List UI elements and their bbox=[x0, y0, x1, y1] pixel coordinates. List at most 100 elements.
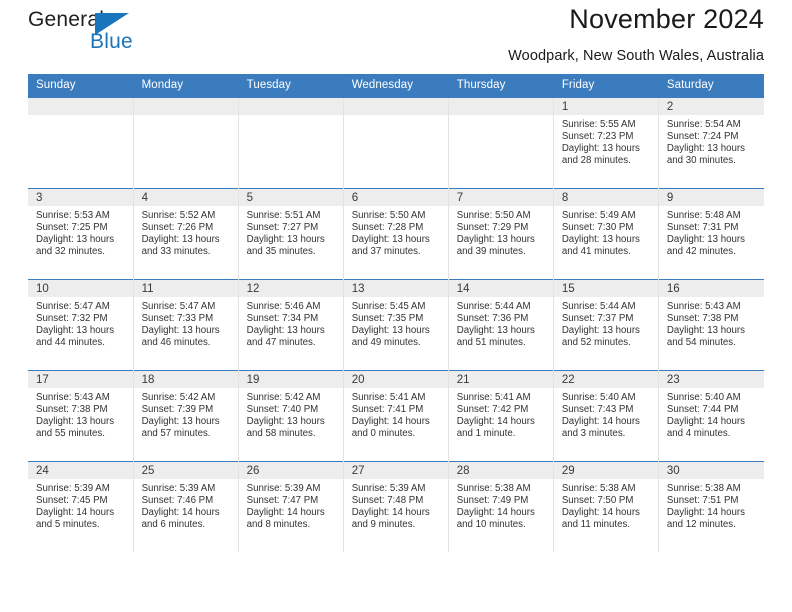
day-number: 22 bbox=[553, 371, 658, 388]
calendar-day-cell[interactable]: 24 Sunrise: 5:39 AM Sunset: 7:45 PM Dayligh… bbox=[28, 461, 134, 552]
weekday-header-friday: Friday bbox=[553, 74, 659, 98]
day-number bbox=[238, 98, 343, 115]
calendar-day-cell[interactable]: 16 Sunrise: 5:43 AM Sunset: 7:38 PM Dayligh… bbox=[658, 279, 764, 371]
calendar-day-cell[interactable]: 18 Sunrise: 5:42 AM Sunset: 7:39 PM Dayligh… bbox=[133, 370, 239, 462]
calendar-day-cell[interactable]: 5 Sunrise: 5:51 AM Sunset: 7:27 PM Daylight… bbox=[238, 188, 344, 280]
calendar-day-cell[interactable]: 12 Sunrise: 5:46 AM Sunset: 7:34 PM Dayligh… bbox=[238, 279, 344, 371]
sunrise-text: Sunrise: 5:50 AM bbox=[351, 210, 426, 221]
calendar-day: 28 Sunrise: 5:38 AM Sunset: 7:49 PM Dayligh… bbox=[448, 462, 553, 552]
day-number bbox=[448, 98, 553, 115]
day-details: Sunrise: 5:54 AM Sunset: 7:24 PM Daylight:… bbox=[659, 115, 764, 167]
calendar-day-cell[interactable]: 14 Sunrise: 5:44 AM Sunset: 7:36 PM Dayligh… bbox=[448, 279, 554, 371]
sunset-text: Sunset: 7:28 PM bbox=[351, 222, 424, 234]
sunset-text: Sunset: 7:50 PM bbox=[561, 495, 634, 507]
calendar-day-cell[interactable]: 29 Sunrise: 5:38 AM Sunset: 7:50 PM Dayligh… bbox=[553, 461, 659, 552]
calendar-day-cell[interactable] bbox=[238, 97, 344, 189]
daylight-text: Daylight: 13 hours and 52 minutes. bbox=[561, 325, 640, 349]
day-details: Sunrise: 5:51 AM Sunset: 7:27 PM Daylight:… bbox=[239, 206, 343, 258]
day-number: 7 bbox=[448, 189, 553, 206]
calendar-day: 4 Sunrise: 5:52 AM Sunset: 7:26 PM Daylight… bbox=[133, 189, 238, 279]
calendar-day-cell[interactable]: 20 Sunrise: 5:41 AM Sunset: 7:41 PM Dayligh… bbox=[343, 370, 449, 462]
sunrise-text: Sunrise: 5:41 AM bbox=[456, 392, 531, 403]
weekday-header-saturday: Saturday bbox=[658, 74, 765, 98]
day-number: 10 bbox=[28, 280, 133, 297]
calendar-day: 19 Sunrise: 5:42 AM Sunset: 7:40 PM Dayligh… bbox=[238, 371, 343, 461]
sunrise-text: Sunrise: 5:39 AM bbox=[351, 483, 426, 494]
sunset-text: Sunset: 7:43 PM bbox=[561, 404, 634, 416]
calendar-day-cell[interactable]: 4 Sunrise: 5:52 AM Sunset: 7:26 PM Daylight… bbox=[133, 188, 239, 280]
calendar-day: 1 Sunrise: 5:55 AM Sunset: 7:23 PM Daylight… bbox=[553, 98, 658, 188]
calendar-day-cell[interactable]: 19 Sunrise: 5:42 AM Sunset: 7:40 PM Dayligh… bbox=[238, 370, 344, 462]
calendar-day-cell[interactable]: 17 Sunrise: 5:43 AM Sunset: 7:38 PM Dayligh… bbox=[28, 370, 134, 462]
calendar-day-cell[interactable]: 27 Sunrise: 5:39 AM Sunset: 7:48 PM Dayligh… bbox=[343, 461, 449, 552]
day-number: 11 bbox=[133, 280, 238, 297]
sunrise-text: Sunrise: 5:47 AM bbox=[36, 301, 110, 312]
calendar-day-cell[interactable]: 21 Sunrise: 5:41 AM Sunset: 7:42 PM Dayligh… bbox=[448, 370, 554, 462]
calendar-day-empty bbox=[448, 98, 553, 188]
sunset-text: Sunset: 7:48 PM bbox=[351, 495, 424, 507]
day-number: 24 bbox=[28, 462, 133, 479]
calendar-day-cell[interactable]: 28 Sunrise: 5:38 AM Sunset: 7:49 PM Dayligh… bbox=[448, 461, 554, 552]
calendar-day-empty bbox=[343, 98, 448, 188]
day-number: 8 bbox=[553, 189, 658, 206]
sunset-text: Sunset: 7:34 PM bbox=[246, 313, 319, 325]
day-details: Sunrise: 5:43 AM Sunset: 7:38 PM Daylight:… bbox=[28, 388, 133, 440]
sunrise-text: Sunrise: 5:55 AM bbox=[561, 119, 636, 130]
day-number bbox=[343, 98, 448, 115]
calendar-grid: Sunday Monday Tuesday Wednesday Thursday… bbox=[28, 74, 765, 552]
sunrise-text: Sunrise: 5:45 AM bbox=[351, 301, 426, 312]
calendar-week-row: 17 Sunrise: 5:43 AM Sunset: 7:38 PM Dayligh… bbox=[28, 370, 764, 462]
calendar-day-cell[interactable]: 22 Sunrise: 5:40 AM Sunset: 7:43 PM Dayligh… bbox=[553, 370, 659, 462]
calendar-day-cell[interactable]: 7 Sunrise: 5:50 AM Sunset: 7:29 PM Daylight… bbox=[448, 188, 554, 280]
calendar-day-cell[interactable]: 23 Sunrise: 5:40 AM Sunset: 7:44 PM Dayligh… bbox=[658, 370, 764, 462]
sunset-text: Sunset: 7:42 PM bbox=[456, 404, 529, 416]
daylight-text: Daylight: 13 hours and 42 minutes. bbox=[666, 234, 745, 258]
calendar-day-cell[interactable]: 15 Sunrise: 5:44 AM Sunset: 7:37 PM Dayligh… bbox=[553, 279, 659, 371]
calendar-day-cell[interactable]: 25 Sunrise: 5:39 AM Sunset: 7:46 PM Dayligh… bbox=[133, 461, 239, 552]
sunset-text: Sunset: 7:38 PM bbox=[36, 404, 108, 416]
daylight-text: Daylight: 13 hours and 37 minutes. bbox=[351, 234, 430, 258]
sunrise-text: Sunrise: 5:39 AM bbox=[36, 483, 110, 494]
calendar-day: 29 Sunrise: 5:38 AM Sunset: 7:50 PM Dayligh… bbox=[553, 462, 658, 552]
sunrise-text: Sunrise: 5:42 AM bbox=[141, 392, 216, 403]
calendar-day-cell[interactable]: 3 Sunrise: 5:53 AM Sunset: 7:25 PM Daylight… bbox=[28, 188, 134, 280]
calendar-day-cell[interactable] bbox=[343, 97, 449, 189]
calendar-day-cell[interactable]: 11 Sunrise: 5:47 AM Sunset: 7:33 PM Dayligh… bbox=[133, 279, 239, 371]
daylight-text: Daylight: 13 hours and 47 minutes. bbox=[246, 325, 325, 349]
daylight-text: Daylight: 13 hours and 58 minutes. bbox=[246, 416, 325, 440]
weekday-header-row: Sunday Monday Tuesday Wednesday Thursday… bbox=[28, 74, 765, 98]
calendar-week-row: 3 Sunrise: 5:53 AM Sunset: 7:25 PM Daylight… bbox=[28, 188, 764, 280]
calendar-day-cell[interactable]: 30 Sunrise: 5:38 AM Sunset: 7:51 PM Dayligh… bbox=[658, 461, 764, 552]
calendar-day-cell[interactable]: 26 Sunrise: 5:39 AM Sunset: 7:47 PM Dayligh… bbox=[238, 461, 344, 552]
daylight-text: Daylight: 14 hours and 3 minutes. bbox=[561, 416, 640, 440]
calendar-day-cell[interactable] bbox=[28, 97, 134, 189]
daylight-text: Daylight: 14 hours and 4 minutes. bbox=[666, 416, 745, 440]
sunrise-text: Sunrise: 5:40 AM bbox=[666, 392, 741, 403]
calendar-day-cell[interactable]: 13 Sunrise: 5:45 AM Sunset: 7:35 PM Dayligh… bbox=[343, 279, 449, 371]
calendar-day: 20 Sunrise: 5:41 AM Sunset: 7:41 PM Dayligh… bbox=[343, 371, 448, 461]
sunrise-text: Sunrise: 5:43 AM bbox=[36, 392, 110, 403]
daylight-text: Daylight: 13 hours and 54 minutes. bbox=[666, 325, 745, 349]
calendar-day: 27 Sunrise: 5:39 AM Sunset: 7:48 PM Dayligh… bbox=[343, 462, 448, 552]
general-blue-logo[interactable]: General Blue bbox=[28, 8, 148, 60]
sunrise-text: Sunrise: 5:41 AM bbox=[351, 392, 426, 403]
calendar-day-cell[interactable]: 1 Sunrise: 5:55 AM Sunset: 7:23 PM Daylight… bbox=[553, 97, 659, 189]
day-number: 29 bbox=[553, 462, 658, 479]
day-number: 4 bbox=[133, 189, 238, 206]
day-number: 2 bbox=[658, 98, 764, 115]
weekday-header-wednesday: Wednesday bbox=[343, 74, 449, 98]
calendar-day-cell[interactable]: 2 Sunrise: 5:54 AM Sunset: 7:24 PM Daylight… bbox=[658, 97, 764, 189]
sunset-text: Sunset: 7:27 PM bbox=[246, 222, 319, 234]
calendar-day-cell[interactable]: 10 Sunrise: 5:47 AM Sunset: 7:32 PM Dayligh… bbox=[28, 279, 134, 371]
calendar-day-cell[interactable] bbox=[133, 97, 239, 189]
calendar-day-cell[interactable]: 8 Sunrise: 5:49 AM Sunset: 7:30 PM Daylight… bbox=[553, 188, 659, 280]
calendar-day-cell[interactable]: 9 Sunrise: 5:48 AM Sunset: 7:31 PM Daylight… bbox=[658, 188, 764, 280]
calendar-day-cell[interactable]: 6 Sunrise: 5:50 AM Sunset: 7:28 PM Daylight… bbox=[343, 188, 449, 280]
sunset-text: Sunset: 7:40 PM bbox=[246, 404, 319, 416]
day-details: Sunrise: 5:38 AM Sunset: 7:51 PM Daylight:… bbox=[659, 479, 764, 531]
calendar-day-cell[interactable] bbox=[448, 97, 554, 189]
day-number: 21 bbox=[448, 371, 553, 388]
sunrise-text: Sunrise: 5:52 AM bbox=[141, 210, 216, 221]
daylight-text: Daylight: 14 hours and 9 minutes. bbox=[351, 507, 430, 531]
sunset-text: Sunset: 7:38 PM bbox=[666, 313, 739, 325]
